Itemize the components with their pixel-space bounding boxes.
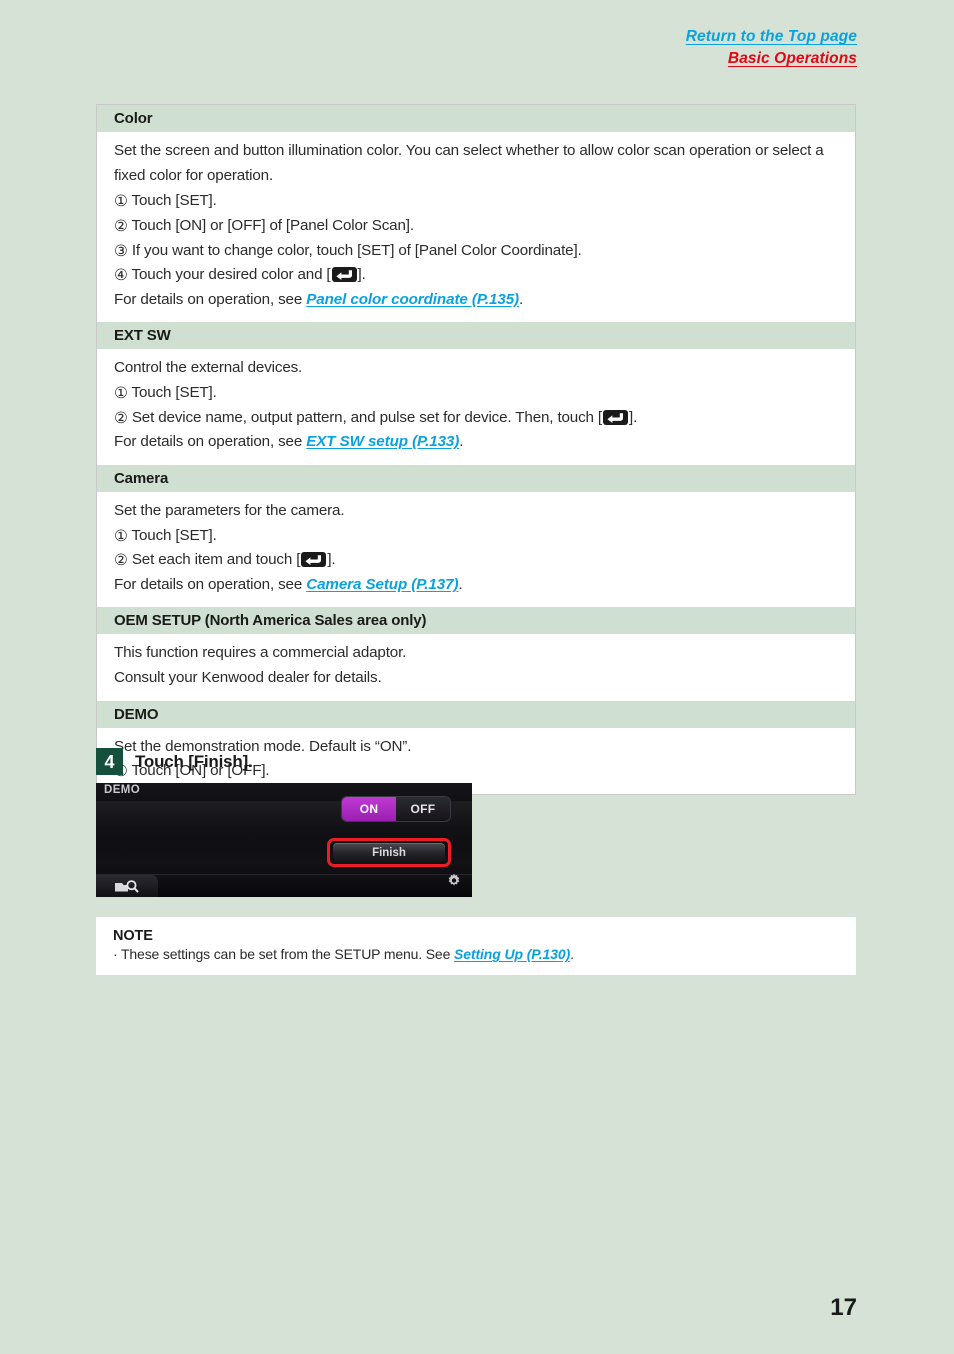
camera-step-2-text: Set each item and touch [ xyxy=(131,551,301,569)
step-instruction-text: Touch [Finish]. xyxy=(135,751,253,771)
finish-button-highlight: Finish xyxy=(327,838,451,867)
panel-color-coordinate-link[interactable]: Panel color coordinate (P.135) xyxy=(306,291,519,308)
return-key-icon xyxy=(301,552,327,568)
demo-on-off-toggle[interactable]: ON OFF xyxy=(342,797,450,821)
camera-step-2: ② Set each item and touch []. xyxy=(114,548,837,573)
color-step-4-text: Touch your desired color and [ xyxy=(131,266,331,284)
note-box: NOTE · These settings can be set from th… xyxy=(96,917,856,975)
note-item: · These settings can be set from the SET… xyxy=(113,946,838,962)
color-step-3: ③ If you want to change color, touch [SE… xyxy=(114,239,837,264)
color-step-2-text: Touch [ON] or [OFF] of [Panel Color Scan… xyxy=(131,216,415,234)
circled-number-4-icon: ④ xyxy=(114,267,128,285)
circled-number-3-icon: ③ xyxy=(114,242,128,260)
section-body-ext-sw: Control the external devices. ① Touch [S… xyxy=(97,349,855,465)
extsw-reference-line: For details on operation, see EXT SW set… xyxy=(114,430,837,455)
circled-number-2-icon: ② xyxy=(114,409,128,427)
extsw-step-1: ① Touch [SET]. xyxy=(114,381,837,406)
device-screen-title: DEMO xyxy=(104,784,141,796)
camera-reference-line: For details on operation, see Camera Set… xyxy=(114,573,837,598)
circled-number-1-icon: ① xyxy=(114,527,128,545)
header-links: Return to the Top page Basic Operations xyxy=(686,26,857,71)
folder-search-icon xyxy=(115,879,139,893)
section-header-ext-sw: EXT SW xyxy=(97,322,855,350)
color-step-2: ② Touch [ON] or [OFF] of [Panel Color Sc… xyxy=(114,214,837,239)
return-to-top-page-link[interactable]: Return to the Top page xyxy=(686,26,857,48)
camera-reference-period: . xyxy=(458,575,463,593)
color-step-3-text: If you want to change color, touch [SET]… xyxy=(131,241,582,259)
oem-line-2: Consult your Kenwood dealer for details. xyxy=(114,669,382,686)
extsw-step-1-text: Touch [SET]. xyxy=(131,384,217,401)
color-step-1: ① Touch [SET]. xyxy=(114,189,837,214)
gear-icon xyxy=(448,873,460,886)
extsw-reference-prefix: For details on operation, see xyxy=(114,433,307,451)
note-text-after: . xyxy=(570,946,574,962)
circled-number-2-icon: ② xyxy=(114,217,128,235)
note-bullet-icon: · xyxy=(113,946,118,962)
demo-on-button[interactable]: ON xyxy=(342,797,396,821)
color-step-4: ④ Touch your desired color and []. xyxy=(114,263,837,288)
extsw-step-2-suffix: ]. xyxy=(629,408,638,426)
step-4-row: 4 Touch [Finish]. xyxy=(96,748,253,775)
circled-number-1-icon: ① xyxy=(114,385,128,402)
setup-menu-button[interactable] xyxy=(446,873,462,894)
source-search-button[interactable] xyxy=(96,875,158,897)
color-reference-line: For details on operation, see Panel colo… xyxy=(114,288,837,313)
color-reference-prefix: For details on operation, see xyxy=(114,290,307,308)
device-screenshot-demo-screen: DEMO ON OFF Finish xyxy=(96,783,472,897)
circled-number-2-icon: ② xyxy=(114,552,128,570)
extsw-step-2-text: Set device name, output pattern, and pul… xyxy=(131,408,602,426)
note-title: NOTE xyxy=(113,928,153,944)
camera-reference-prefix: For details on operation, see xyxy=(114,575,307,593)
basic-operations-link[interactable]: Basic Operations xyxy=(686,48,857,70)
return-key-icon xyxy=(603,409,628,425)
settings-item-table: Color Set the screen and button illumina… xyxy=(96,104,856,795)
color-description: Set the screen and button illumination c… xyxy=(114,142,824,184)
extsw-description: Control the external devices. xyxy=(114,359,303,377)
camera-step-2-suffix: ]. xyxy=(327,551,336,569)
extsw-step-2: ② Set device name, output pattern, and p… xyxy=(114,406,837,431)
color-step-4-suffix: ]. xyxy=(357,266,366,284)
camera-step-1-text: Touch [SET]. xyxy=(131,526,217,544)
extsw-reference-period: . xyxy=(459,433,464,451)
page-number: 17 xyxy=(830,1294,857,1321)
color-reference-period: . xyxy=(519,290,524,308)
section-body-oem-setup: This function requires a commercial adap… xyxy=(97,634,855,700)
camera-setup-link[interactable]: Camera Setup (P.137) xyxy=(306,576,458,593)
note-text-before: These settings can be set from the SETUP… xyxy=(121,946,454,962)
return-key-icon xyxy=(331,267,357,283)
camera-description: Set the parameters for the camera. xyxy=(114,501,345,519)
section-body-color: Set the screen and button illumination c… xyxy=(97,132,855,322)
step-number-badge: 4 xyxy=(96,748,123,775)
section-header-color: Color xyxy=(97,105,855,132)
circled-number-1-icon: ① xyxy=(114,193,128,211)
finish-button[interactable]: Finish xyxy=(333,843,445,862)
color-step-1-text: Touch [SET]. xyxy=(131,192,217,210)
section-body-camera: Set the parameters for the camera. ① Tou… xyxy=(97,492,855,608)
section-header-demo: DEMO xyxy=(97,700,855,728)
oem-line-1: This function requires a commercial adap… xyxy=(114,644,407,662)
camera-step-1: ① Touch [SET]. xyxy=(114,524,837,549)
ext-sw-setup-link[interactable]: EXT SW setup (P.133) xyxy=(306,433,459,450)
section-header-oem-setup: OEM SETUP (North America Sales area only… xyxy=(97,607,855,635)
demo-off-button[interactable]: OFF xyxy=(396,797,450,821)
section-header-camera: Camera xyxy=(97,464,855,492)
setting-up-link[interactable]: Setting Up (P.130) xyxy=(454,946,570,962)
